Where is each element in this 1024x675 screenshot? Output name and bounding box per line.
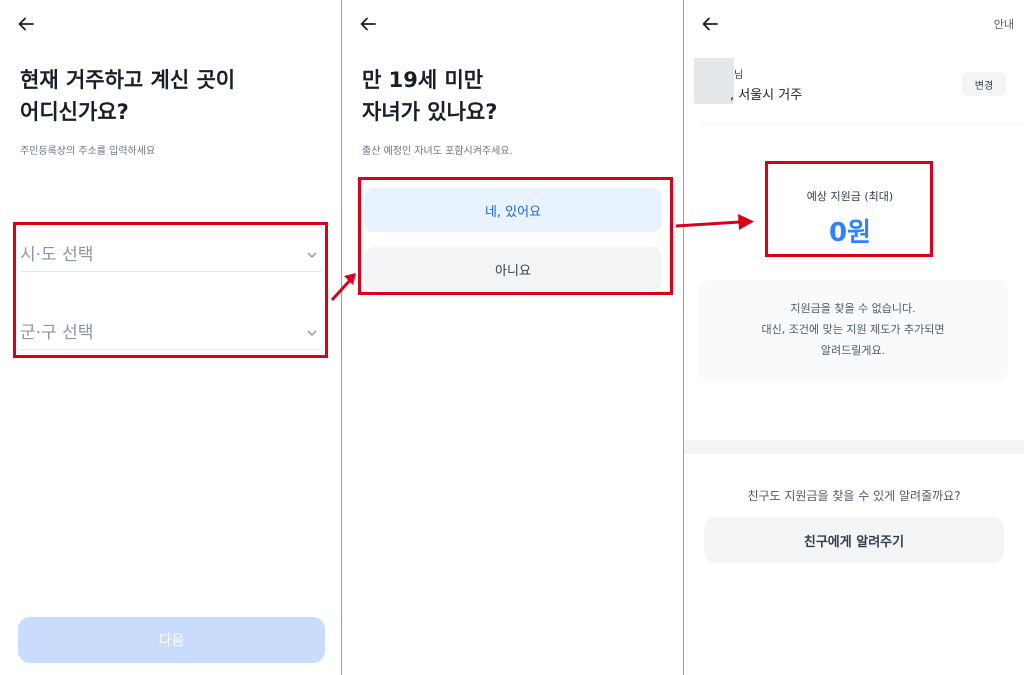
guide-link[interactable]: 안내	[994, 16, 1014, 32]
section-divider	[702, 124, 1024, 125]
children-screen: 만 19세 미만 자녀가 있나요? 출산 예정인 자녀도 포함시켜주세요. 네,…	[342, 0, 683, 675]
back-arrow-icon[interactable]	[700, 14, 720, 34]
page-title: 현재 거주하고 계신 곳이 어디신가요?	[20, 68, 236, 124]
blurred-user-name	[694, 58, 734, 104]
highlight-box-address	[13, 222, 328, 358]
user-name-suffix: 님	[734, 70, 744, 81]
next-button[interactable]: 다음	[18, 617, 325, 663]
share-question: 친구도 지원금을 찾을 수 있게 알려줄까요?	[747, 489, 961, 503]
highlight-box-children	[358, 177, 673, 295]
back-arrow-icon[interactable]	[16, 14, 36, 34]
page-subtitle: 주민등록상의 주소를 입력하세요	[20, 146, 156, 157]
highlight-box-estimate	[765, 161, 933, 257]
share-with-friend-button[interactable]: 친구에게 알려주기	[704, 517, 1004, 563]
red-arrow-icon	[330, 273, 356, 302]
user-location: , 서울시 거주	[730, 88, 803, 103]
result-screen: 안내 님 , 서울시 거주 변경 예상 지원금 (최대) 0원 지원금을 찾을 …	[684, 0, 1024, 675]
page-subtitle: 출산 예정인 자녀도 포함시켜주세요.	[362, 146, 513, 157]
page-title: 만 19세 미만 자녀가 있나요?	[362, 68, 498, 124]
change-button[interactable]: 변경	[962, 72, 1006, 96]
no-subsidy-notice: 지원금을 찾을 수 없습니다. 대신, 조건에 맞는 지원 제도가 추가되면 알…	[698, 280, 1008, 382]
section-gap	[684, 440, 1024, 454]
address-screen: 현재 거주하고 계신 곳이 어디신가요? 주민등록상의 주소를 입력하세요 시·…	[0, 0, 341, 675]
red-arrow-icon	[675, 214, 754, 230]
back-arrow-icon[interactable]	[358, 14, 378, 34]
